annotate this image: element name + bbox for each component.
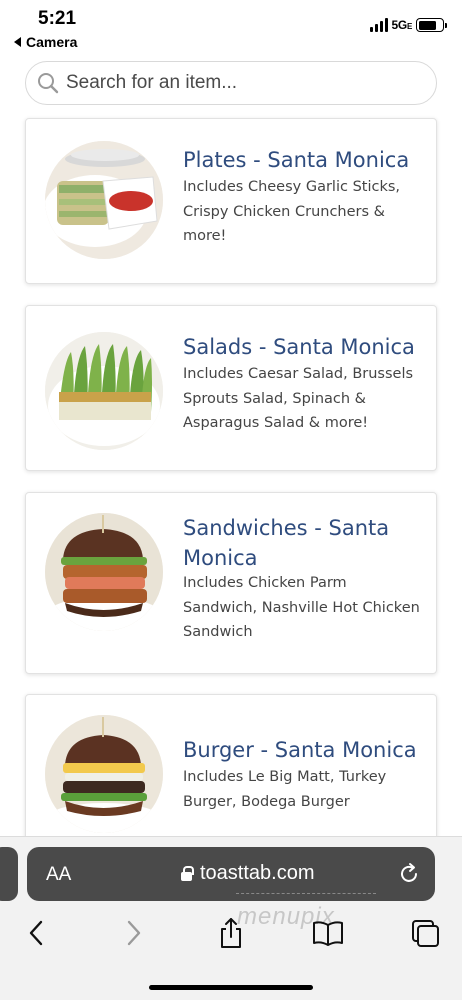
search-input[interactable] [66,72,426,94]
search-bar[interactable] [25,61,437,105]
tabs-button[interactable] [407,915,443,951]
home-indicator[interactable] [149,985,313,990]
category-description: Includes Chicken Parm Sandwich, Nashvill… [183,575,420,640]
forward-button[interactable] [116,915,152,951]
category-title[interactable]: Sandwiches - Santa Monica [183,513,422,573]
browser-bottom-chrome: AA toasttab.com menupix [0,836,462,1000]
back-button[interactable] [18,915,54,951]
status-indicators: 5GE [369,18,447,32]
address-bar[interactable]: AA toasttab.com [27,847,435,901]
back-app-label: Camera [26,34,78,50]
url-underline-divider [236,893,376,894]
back-to-app-link[interactable]: Camera [14,34,77,50]
share-button[interactable] [213,915,249,951]
chevron-right-icon [127,920,141,946]
category-description: Includes Cheesy Garlic Sticks, Crispy Ch… [183,179,401,244]
back-arrow-icon [14,37,21,47]
share-icon [221,918,241,948]
plates-food-image [45,141,163,259]
burger-food-image [45,715,163,833]
category-card-plates[interactable]: Plates - Santa Monica Includes Cheesy Ga… [25,118,437,284]
reload-icon[interactable] [397,862,421,886]
sandwich-food-image [45,513,163,631]
category-title[interactable]: Salads - Santa Monica [183,332,422,362]
url-text: toasttab.com [200,862,315,884]
cellular-signal-icon [369,18,388,32]
category-title[interactable]: Burger - Santa Monica [183,735,422,765]
chevron-left-icon [29,920,43,946]
lock-icon [181,865,194,881]
status-bar: 5:21 Camera 5GE [0,0,462,56]
category-description: Includes Caesar Salad, Brussels Sprouts … [183,366,414,431]
salad-food-image [45,332,163,450]
battery-icon [416,18,447,32]
text-size-button[interactable]: AA [46,864,71,886]
bookmarks-button[interactable] [310,915,346,951]
browser-toolbar [0,915,462,951]
category-title[interactable]: Plates - Santa Monica [183,145,422,175]
previous-tab-peek[interactable] [0,847,18,901]
search-icon [38,73,59,94]
category-card-sandwiches[interactable]: Sandwiches - Santa Monica Includes Chick… [25,492,437,674]
category-description: Includes Le Big Matt, Turkey Burger, Bod… [183,769,387,810]
book-icon [313,921,343,946]
status-time: 5:21 [38,8,77,29]
network-type: 5GE [391,18,413,32]
url-display[interactable]: toasttab.com [181,862,315,885]
category-card-salads[interactable]: Salads - Santa Monica Includes Caesar Sa… [25,305,437,471]
tabs-icon [412,920,439,947]
